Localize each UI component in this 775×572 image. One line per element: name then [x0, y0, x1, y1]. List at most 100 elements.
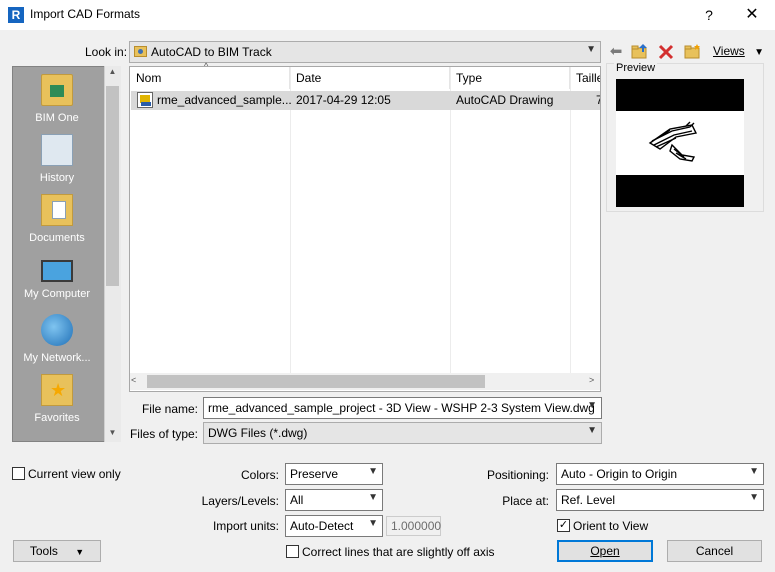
colors-dropdown[interactable]: Preserve ▼: [285, 463, 383, 485]
layers-dropdown[interactable]: All ▼: [285, 489, 383, 511]
look-in-label: Look in:: [85, 45, 128, 59]
open-button[interactable]: Open: [557, 540, 653, 562]
positioning-label: Positioning:: [486, 468, 549, 482]
tools-dropdown-arrow-icon: ▼: [75, 547, 85, 557]
look-in-value: AutoCAD to BIM Track: [151, 45, 272, 59]
bim-one-folder-icon: [41, 74, 73, 106]
place-my-network[interactable]: My Network...: [12, 314, 102, 364]
scroll-right-icon[interactable]: >: [589, 375, 594, 385]
sort-ascending-icon: ^: [204, 61, 209, 71]
files-of-type-dropdown[interactable]: DWG Files (*.dwg) ▼: [203, 422, 602, 444]
place-at-value: Ref. Level: [561, 493, 616, 507]
place-at-label: Place at:: [502, 494, 549, 508]
column-divider: [290, 67, 291, 373]
preview-top-band: [616, 79, 744, 111]
preview-bottom-band: [616, 175, 744, 207]
user-folder-icon: [134, 46, 147, 57]
views-label: Views: [713, 44, 745, 58]
places-scroll-thumb[interactable]: [106, 86, 119, 286]
new-folder-icon[interactable]: [684, 43, 702, 61]
look-in-dropdown[interactable]: AutoCAD to BIM Track ▼: [129, 41, 601, 63]
up-folder-icon[interactable]: [631, 43, 649, 61]
file-name-cell[interactable]: rme_advanced_sample...: [157, 93, 292, 107]
colors-label: Colors:: [240, 468, 279, 482]
file-name-value: rme_advanced_sample_project - 3D View - …: [208, 401, 595, 415]
cancel-label: Cancel: [695, 544, 734, 558]
help-button[interactable]: ?: [697, 4, 721, 26]
correct-lines-checkbox[interactable]: [286, 545, 299, 558]
place-history[interactable]: History: [12, 134, 102, 184]
place-label: History: [39, 172, 75, 184]
title-bar: R Import CAD Formats ? ✕: [0, 0, 775, 30]
current-view-only-label: Current view only: [28, 467, 121, 481]
column-divider: [570, 67, 571, 373]
file-size-cell: 7: [596, 93, 600, 107]
file-name-input[interactable]: rme_advanced_sample_project - 3D View - …: [203, 397, 602, 419]
colors-value: Preserve: [290, 467, 339, 481]
place-my-computer[interactable]: My Computer: [12, 254, 102, 300]
tools-button[interactable]: Tools ▼: [13, 540, 101, 562]
documents-icon: [41, 194, 73, 226]
scroll-left-icon[interactable]: <: [131, 375, 136, 385]
place-label: Favorites: [34, 412, 80, 424]
revit-app-icon: R: [8, 7, 24, 23]
dwg-file-icon: [137, 92, 153, 108]
chevron-down-icon: ▼: [749, 492, 759, 503]
place-documents[interactable]: Documents: [12, 194, 102, 244]
delete-icon[interactable]: [657, 43, 675, 61]
layers-label: Layers/Levels:: [201, 494, 279, 508]
column-header-size[interactable]: Taille: [570, 67, 600, 89]
file-type-cell: AutoCAD Drawing: [456, 93, 554, 107]
file-list[interactable]: Nom Date Type Taille rme_advanced_sample…: [129, 66, 601, 392]
preview-drawing: [648, 121, 698, 162]
computer-icon: [41, 260, 73, 282]
current-view-only-checkbox[interactable]: [12, 467, 25, 480]
place-label: My Computer: [23, 288, 91, 300]
chevron-down-icon: ▼: [368, 518, 378, 529]
place-label: My Network...: [23, 352, 91, 364]
scroll-up-icon[interactable]: ▲: [105, 67, 120, 76]
favorites-icon: ★: [41, 374, 73, 406]
views-menu-button[interactable]: Views ▼: [713, 44, 764, 58]
file-date-cell: 2017-04-29 12:05: [296, 93, 391, 107]
column-header-name[interactable]: Nom: [130, 67, 290, 89]
chevron-down-icon[interactable]: ▼: [587, 400, 597, 411]
orient-to-view-label: Orient to View: [573, 519, 649, 533]
orient-to-view-checkbox[interactable]: ✓: [557, 519, 570, 532]
scroll-down-icon[interactable]: ▼: [105, 428, 120, 437]
tools-label: Tools: [29, 544, 58, 558]
place-bim-one[interactable]: BIM One: [12, 74, 102, 124]
chevron-down-icon: ▼: [587, 425, 597, 436]
column-header-type[interactable]: Type: [450, 67, 570, 89]
correct-lines-label: Correct lines that are slightly off axis: [302, 545, 495, 559]
place-label: BIM One: [35, 112, 79, 124]
cancel-button[interactable]: Cancel: [667, 540, 762, 562]
back-arrow-icon[interactable]: ⬅: [607, 43, 625, 61]
import-scale-input[interactable]: 1.000000: [386, 516, 441, 536]
column-divider: [450, 67, 451, 373]
close-button[interactable]: ✕: [740, 4, 764, 26]
positioning-value: Auto - Origin to Origin: [561, 467, 678, 481]
file-name-label: File name:: [141, 402, 198, 416]
chevron-down-icon: ▼: [586, 44, 596, 55]
place-label: Documents: [29, 232, 85, 244]
preview-label: Preview: [614, 62, 658, 74]
chevron-down-icon: ▼: [749, 466, 759, 477]
import-units-dropdown[interactable]: Auto-Detect ▼: [285, 515, 383, 537]
column-header-date[interactable]: Date: [290, 67, 450, 89]
import-units-label: Import units:: [212, 519, 279, 533]
window-title: Import CAD Formats: [30, 7, 141, 21]
chevron-down-icon: ▼: [368, 466, 378, 477]
positioning-dropdown[interactable]: Auto - Origin to Origin ▼: [556, 463, 764, 485]
import-units-value: Auto-Detect: [290, 519, 354, 533]
network-icon: [41, 314, 73, 346]
files-of-type-label: Files of type:: [129, 427, 198, 441]
open-label: Open: [590, 544, 620, 558]
place-favorites[interactable]: ★ Favorites: [12, 374, 102, 424]
views-dropdown-arrow-icon: ▼: [754, 47, 765, 58]
place-at-dropdown[interactable]: Ref. Level ▼: [556, 489, 764, 511]
history-icon: [41, 134, 73, 166]
layers-value: All: [290, 493, 304, 507]
files-of-type-value: DWG Files (*.dwg): [208, 426, 308, 440]
horizontal-scroll-thumb[interactable]: [147, 375, 485, 388]
